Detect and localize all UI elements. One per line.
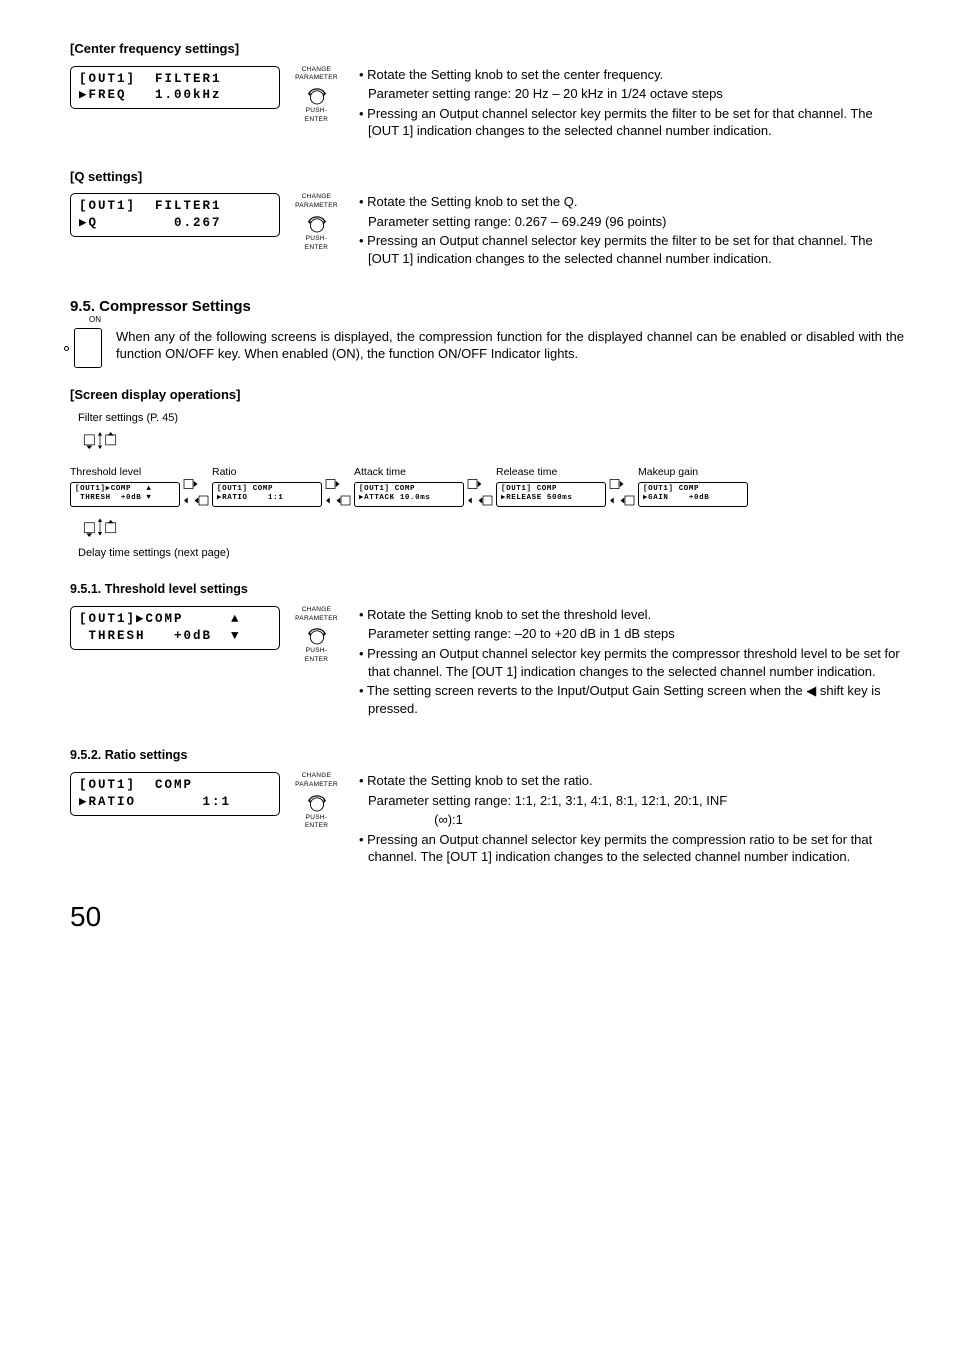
threshold-lcd: [OUT1]▶COMP ▲ THRESH +0dB ▼ bbox=[70, 606, 280, 650]
threshold-text: • Rotate the Setting knob to set the thr… bbox=[359, 606, 904, 719]
knob-bottom-label: PUSH-ENTER bbox=[294, 647, 339, 665]
knob-top-label: CHANGE PARAMETER bbox=[295, 193, 338, 211]
mini-l1: [OUT1] COMP bbox=[217, 485, 273, 493]
mini-l2: THRESH +0dB ▼ bbox=[75, 494, 152, 502]
ratio-row: [OUT1] COMP ▶RATIO 1:1 CHANGE PARAMETER … bbox=[70, 772, 904, 868]
setting-knob[interactable]: CHANGE PARAMETER PUSH-ENTER bbox=[294, 193, 339, 252]
bullet-sub: Parameter setting range: 0.267 – 69.249 … bbox=[359, 213, 904, 231]
compressor-heading: 9.5. Compressor Settings bbox=[70, 297, 904, 317]
q-text: • Rotate the Setting knob to set the Q. … bbox=[359, 193, 904, 269]
bullet: • Rotate the Setting knob to set the thr… bbox=[359, 606, 904, 624]
mini-lcd: [OUT1]▶COMP ▲ THRESH +0dB ▼ bbox=[70, 482, 180, 507]
center-freq-text: • Rotate the Setting knob to set the cen… bbox=[359, 66, 904, 142]
bullet: • Pressing an Output channel selector ke… bbox=[359, 105, 904, 140]
ratio-text: • Rotate the Setting knob to set the rat… bbox=[359, 772, 904, 868]
knob-icon bbox=[305, 790, 329, 814]
onoff-key[interactable] bbox=[74, 328, 102, 368]
mini-lcd: [OUT1] COMP ▶ATTACK 10.0ms bbox=[354, 482, 464, 507]
on-label: ON bbox=[89, 315, 101, 326]
knob-top-label: CHANGE PARAMETER bbox=[295, 606, 338, 624]
lcd-line2: ▶FREQ 1.00kHz bbox=[79, 88, 222, 102]
lcd-line2: ▶RATIO 1:1 bbox=[79, 795, 231, 809]
page-number: 50 bbox=[70, 898, 904, 936]
delay-ref: Delay time settings (next page) bbox=[78, 546, 904, 561]
mini-l1: [OUT1] COMP bbox=[501, 485, 557, 493]
bullet: • Rotate the Setting knob to set the cen… bbox=[359, 66, 904, 84]
flow-label: Threshold level bbox=[70, 465, 141, 479]
knob-top-label: CHANGE PARAMETER bbox=[295, 772, 338, 790]
flow-label: Ratio bbox=[212, 465, 237, 479]
knob-bottom-label: PUSH-ENTER bbox=[294, 814, 339, 832]
bullet: • Rotate the Setting knob to set the Q. bbox=[359, 193, 904, 211]
center-freq-row: [OUT1] FILTER1 ▶FREQ 1.00kHz CHANGE PARA… bbox=[70, 66, 904, 142]
knob-top-label: CHANGE PARAMETER bbox=[295, 66, 338, 84]
mini-l2: ▶RATIO 1:1 bbox=[217, 494, 283, 502]
threshold-row: [OUT1]▶COMP ▲ THRESH +0dB ▼ CHANGE PARAM… bbox=[70, 606, 904, 719]
shift-arrows-icon bbox=[462, 478, 498, 508]
flow-label: Makeup gain bbox=[638, 465, 698, 479]
setting-knob[interactable]: CHANGE PARAMETER PUSH-ENTER bbox=[294, 772, 339, 831]
shift-arrows-icon bbox=[604, 478, 640, 508]
knob-icon bbox=[305, 623, 329, 647]
nav-arrows-icon bbox=[80, 431, 130, 453]
bullet: • Pressing an Output channel selector ke… bbox=[359, 232, 904, 267]
flow-threshold: Threshold level [OUT1]▶COMP ▲ THRESH +0d… bbox=[70, 465, 180, 507]
flow-makeup: Makeup gain [OUT1] COMP ▶GAIN +0dB bbox=[638, 465, 748, 507]
filter-ref: Filter settings (P. 45) bbox=[78, 411, 904, 426]
compressor-intro: When any of the following screens is dis… bbox=[116, 328, 904, 363]
onoff-indicator bbox=[64, 346, 69, 351]
mini-l2: ▶GAIN +0dB bbox=[643, 494, 709, 502]
knob-icon bbox=[305, 211, 329, 235]
mini-l2: ▶ATTACK 10.0ms bbox=[359, 494, 430, 502]
knob-bottom-label: PUSH-ENTER bbox=[294, 235, 339, 253]
lcd-line2: ▶Q 0.267 bbox=[79, 216, 222, 230]
q-row: [OUT1] FILTER1 ▶Q 0.267 CHANGE PARAMETER… bbox=[70, 193, 904, 269]
mini-lcd: [OUT1] COMP ▶RATIO 1:1 bbox=[212, 482, 322, 507]
threshold-heading: 9.5.1. Threshold level settings bbox=[70, 581, 904, 598]
lcd-line2: THRESH +0dB ▼ bbox=[79, 629, 241, 643]
q-lcd: [OUT1] FILTER1 ▶Q 0.267 bbox=[70, 193, 280, 237]
lcd-line1: [OUT1] FILTER1 bbox=[79, 199, 222, 213]
lcd-line1: [OUT1] FILTER1 bbox=[79, 72, 222, 86]
flow-attack: Attack time [OUT1] COMP ▶ATTACK 10.0ms bbox=[354, 465, 464, 507]
lcd-line1: [OUT1] COMP bbox=[79, 778, 193, 792]
center-freq-heading: [Center frequency settings] bbox=[70, 40, 904, 58]
setting-knob[interactable]: CHANGE PARAMETER PUSH-ENTER bbox=[294, 606, 339, 665]
bullet: • The setting screen reverts to the Inpu… bbox=[359, 682, 904, 717]
mini-l1: [OUT1] COMP bbox=[643, 485, 699, 493]
mini-lcd: [OUT1] COMP ▶GAIN +0dB bbox=[638, 482, 748, 507]
nav-arrows-icon bbox=[80, 516, 130, 538]
screen-flow: Threshold level [OUT1]▶COMP ▲ THRESH +0d… bbox=[70, 464, 904, 508]
ratio-lcd: [OUT1] COMP ▶RATIO 1:1 bbox=[70, 772, 280, 816]
ratio-heading: 9.5.2. Ratio settings bbox=[70, 747, 904, 764]
compressor-intro-row: ON When any of the following screens is … bbox=[70, 328, 904, 368]
flow-release: Release time [OUT1] COMP ▶RELEASE 500ms bbox=[496, 465, 606, 507]
bullet-sub: Parameter setting range: 20 Hz – 20 kHz … bbox=[359, 85, 904, 103]
knob-bottom-label: PUSH-ENTER bbox=[294, 107, 339, 125]
q-heading: [Q settings] bbox=[70, 168, 904, 186]
knob-icon bbox=[305, 83, 329, 107]
flow-label: Release time bbox=[496, 465, 557, 479]
mini-l2: ▶RELEASE 500ms bbox=[501, 494, 572, 502]
screen-ops-heading: [Screen display operations] bbox=[70, 386, 904, 404]
bullet: • Pressing an Output channel selector ke… bbox=[359, 831, 904, 866]
bullet: • Rotate the Setting knob to set the rat… bbox=[359, 772, 904, 790]
shift-arrows-icon bbox=[178, 478, 214, 508]
flow-ratio: Ratio [OUT1] COMP ▶RATIO 1:1 bbox=[212, 465, 322, 507]
shift-arrows-icon bbox=[320, 478, 356, 508]
center-freq-lcd: [OUT1] FILTER1 ▶FREQ 1.00kHz bbox=[70, 66, 280, 110]
mini-lcd: [OUT1] COMP ▶RELEASE 500ms bbox=[496, 482, 606, 507]
mini-l1: [OUT1] COMP bbox=[359, 485, 415, 493]
bullet-sub: Parameter setting range: –20 to +20 dB i… bbox=[359, 625, 904, 643]
lcd-line1: [OUT1]▶COMP ▲ bbox=[79, 612, 241, 626]
setting-knob[interactable]: CHANGE PARAMETER PUSH-ENTER bbox=[294, 66, 339, 125]
bullet-sub2: (∞):1 bbox=[414, 811, 474, 829]
bullet-sub: Parameter setting range: 1:1, 2:1, 3:1, … bbox=[359, 792, 904, 810]
flow-label: Attack time bbox=[354, 465, 406, 479]
mini-l1: [OUT1]▶COMP ▲ bbox=[75, 485, 152, 493]
bullet: • Pressing an Output channel selector ke… bbox=[359, 645, 904, 680]
